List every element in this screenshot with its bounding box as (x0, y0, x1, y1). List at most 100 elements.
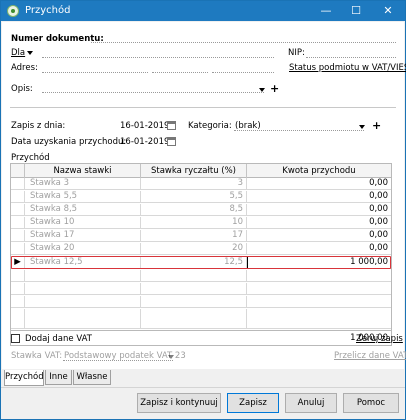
zapis-date-field[interactable]: 16-01-2019 (120, 121, 169, 131)
row-indicator (11, 283, 25, 295)
empty-cell (141, 296, 247, 308)
address-street-field[interactable] (42, 72, 148, 73)
empty-cell (25, 270, 141, 282)
row-indicator (11, 296, 25, 308)
calendar-icon[interactable] (167, 121, 176, 130)
chevron-down-icon (259, 87, 265, 92)
amount-cell[interactable]: 0,00 (247, 178, 391, 190)
przelicz-link[interactable]: Przelicz dane VAT (334, 351, 406, 361)
rate-percent-cell: 10 (141, 217, 247, 229)
empty-row[interactable] (11, 270, 391, 282)
address-city-field[interactable] (212, 72, 274, 73)
opis-dropdown[interactable] (257, 85, 265, 95)
maximize-icon[interactable]: ☐ (341, 1, 371, 21)
table-row[interactable]: Stawka 3 3 0,00 (11, 178, 391, 190)
revenue-table[interactable]: Nazwa stawki Stawka ryczałtu (%) Kwota p… (10, 163, 392, 346)
table-header: Nazwa stawki Stawka ryczałtu (%) Kwota p… (11, 164, 391, 178)
stawka-vat-field (63, 360, 173, 361)
row-indicator (11, 204, 25, 216)
chevron-down-icon (168, 354, 174, 359)
tab-wlasne[interactable]: Własne (73, 370, 111, 385)
minimize-icon[interactable]: — (311, 1, 341, 21)
rate-percent-cell: 3 (141, 178, 247, 190)
nip-label: NIP: (288, 48, 305, 58)
column-header[interactable]: Stawka ryczałtu (%) (141, 164, 247, 178)
row-indicator (11, 243, 25, 255)
zapis-label: Zapis z dnia: (11, 121, 66, 131)
vat-status-link[interactable]: Status podmiotu w VAT/VIES (289, 63, 406, 73)
rate-name-cell: Stawka 8,5 (25, 204, 141, 216)
empty-cell (247, 309, 391, 329)
column-header[interactable]: Kwota przychodu (247, 164, 391, 178)
dla-dropdown[interactable]: Dla (11, 48, 34, 58)
empty-cell (141, 283, 247, 295)
adres-label: Adres: (11, 63, 38, 73)
uzyskania-date-field[interactable]: 16-01-2019 (120, 137, 169, 147)
empty-cell (25, 296, 141, 308)
add-opis-icon[interactable]: + (270, 83, 279, 94)
doc-number-label: Numer dokumentu: (11, 34, 104, 44)
rate-name-cell: Stawka 20 (25, 243, 141, 255)
help-button[interactable]: Pomoc (343, 393, 399, 413)
kategoria-label: Kategoria: (188, 121, 232, 131)
save-continue-button[interactable]: Zapisz i kontynuuj (137, 393, 221, 413)
amount-cell[interactable]: 0,00 (247, 230, 391, 242)
divider (1, 387, 405, 388)
empty-row[interactable] (11, 296, 391, 308)
opis-label: Opis: (11, 84, 33, 94)
save-button[interactable]: Zapisz (227, 393, 279, 413)
close-icon[interactable]: ✕ (373, 1, 403, 21)
doc-number-field[interactable] (91, 42, 396, 43)
row-indicator (11, 270, 25, 282)
form-content: Numer dokumentu: Dla NIP: Adres: Status … (2, 22, 406, 369)
table-row[interactable]: Stawka 5,5 5,5 0,00 (11, 191, 391, 203)
chevron-down-icon (359, 124, 365, 129)
app-icon (7, 5, 19, 17)
tab-inne[interactable]: Inne (45, 370, 72, 385)
rate-name-cell: Stawka 10 (25, 217, 141, 229)
row-indicator (11, 217, 25, 229)
stawka-vat-label: Stawka VAT: (11, 351, 63, 361)
empty-row[interactable] (11, 309, 391, 329)
empty-cell (25, 283, 141, 295)
row-indicator-header (11, 164, 25, 178)
kategoria-dropdown[interactable] (357, 122, 365, 132)
zeruj-link[interactable]: Zeruj zapis (356, 334, 403, 344)
amount-cell[interactable]: 0,00 (247, 191, 391, 203)
empty-cell (247, 296, 391, 308)
dialog-window: Przychód — ☐ ✕ Numer dokumentu: Dla NIP:… (0, 0, 406, 420)
rate-percent-cell: 5,5 (141, 191, 247, 203)
empty-cell (141, 309, 247, 329)
uzyskania-label: Data uzyskania przychodu: (11, 137, 127, 147)
contractor-field[interactable] (42, 57, 274, 58)
calendar-icon[interactable] (167, 137, 176, 146)
cancel-button[interactable]: Anuluj (285, 393, 337, 413)
add-vat-label: Dodaj dane VAT (25, 334, 92, 344)
stawka-vat-dropdown[interactable] (166, 352, 174, 362)
kategoria-field (234, 130, 364, 131)
row-indicator (11, 309, 25, 329)
add-kategoria-icon[interactable]: + (372, 120, 381, 131)
empty-row[interactable] (11, 283, 391, 295)
amount-cell[interactable]: 0,00 (247, 217, 391, 229)
empty-cell (25, 309, 141, 329)
row-indicator (11, 191, 25, 203)
table-row[interactable]: Stawka 17 17 0,00 (11, 230, 391, 242)
column-header[interactable]: Nazwa stawki (25, 164, 141, 178)
rate-name-cell: Stawka 17 (25, 230, 141, 242)
tab-przychod[interactable]: Przychód (4, 370, 44, 386)
table-row[interactable]: Stawka 8,5 8,5 0,00 (11, 204, 391, 216)
amount-cell[interactable]: 0,00 (247, 243, 391, 255)
opis-field[interactable] (42, 92, 264, 93)
table-row[interactable]: Stawka 20 20 0,00 (11, 243, 391, 255)
row-indicator (11, 230, 25, 242)
window-title: Przychód (25, 5, 71, 16)
amount-cell[interactable]: 0,00 (247, 204, 391, 216)
address-postal-field[interactable] (152, 72, 208, 73)
add-vat-checkbox[interactable] (11, 334, 20, 343)
rate-name-cell: Stawka 3 (25, 178, 141, 190)
title-bar[interactable]: Przychód — ☐ ✕ (1, 1, 405, 21)
table-row[interactable]: Stawka 10 10 0,00 (11, 217, 391, 229)
nip-field[interactable] (306, 57, 396, 58)
divider (10, 107, 396, 108)
